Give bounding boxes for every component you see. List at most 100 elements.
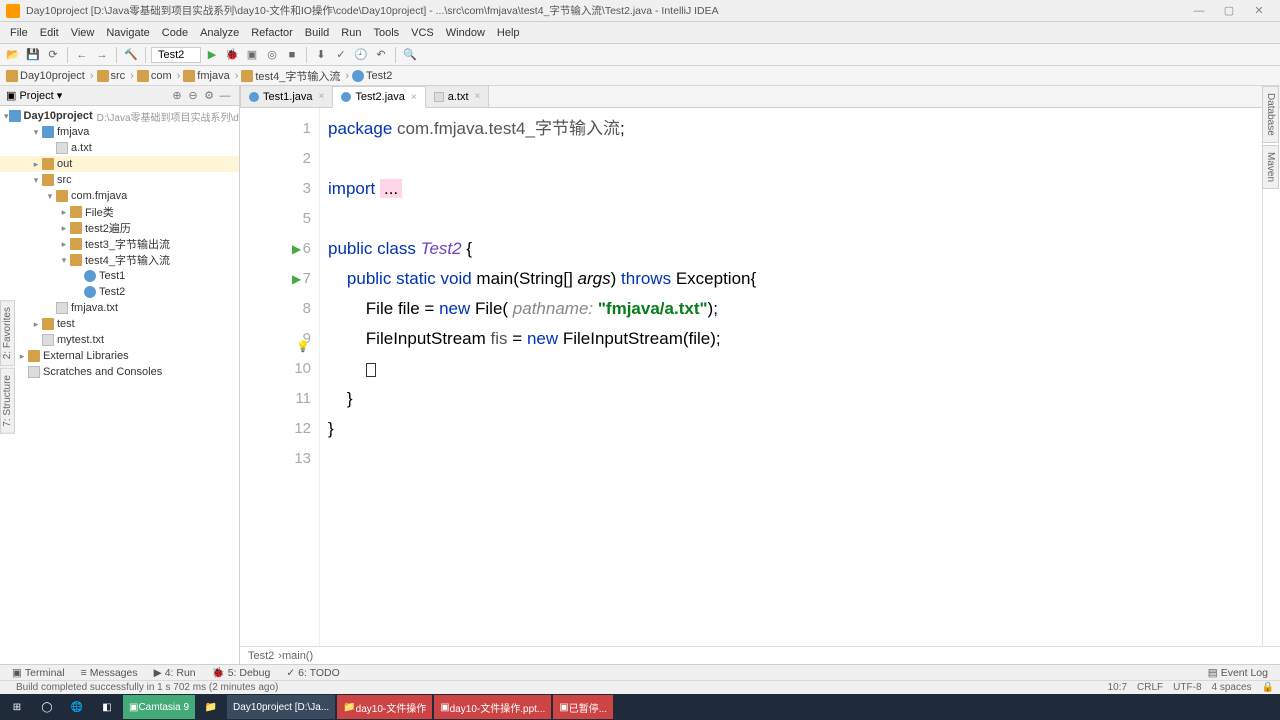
crumb-com[interactable]: com xyxy=(151,70,172,82)
tree-item[interactable]: Scratches and Consoles xyxy=(0,364,239,380)
project-panel: ▣ Project ▾ ⊕ ⊖ ⚙ — ▾ Day10projectD:\Jav… xyxy=(0,86,240,664)
forward-icon[interactable]: → xyxy=(93,46,111,64)
crumb-fmjava[interactable]: fmjava xyxy=(197,70,229,82)
taskbar-folder[interactable]: 📁 day10-文件操作 xyxy=(337,695,432,719)
crumb-src[interactable]: src xyxy=(111,70,126,82)
tree-item[interactable]: ▸External Libraries xyxy=(0,348,239,364)
menu-run[interactable]: Run xyxy=(335,25,367,41)
tree-root[interactable]: ▾ Day10projectD:\Java零基础到项目实战系列\day10-..… xyxy=(0,108,239,124)
tree-item[interactable]: fmjava.txt xyxy=(0,300,239,316)
tree-item[interactable]: ▸test2遍历 xyxy=(0,220,239,236)
tab-test2[interactable]: Test2.java× xyxy=(332,86,425,108)
structure-tool-tab[interactable]: 7: Structure xyxy=(0,368,15,434)
project-tree[interactable]: ▾ Day10projectD:\Java零基础到项目实战系列\day10-..… xyxy=(0,106,239,664)
crumb-pkg[interactable]: test4_字节输入流 xyxy=(255,68,340,84)
run-gutter-icon[interactable]: ▶ xyxy=(292,234,301,264)
expand-all-icon[interactable]: ⊕ xyxy=(169,89,185,102)
vcs-commit-icon[interactable]: ✓ xyxy=(332,46,350,64)
coverage-button[interactable]: ▣ xyxy=(243,46,261,64)
tree-item[interactable]: Test1 xyxy=(0,268,239,284)
favorites-tool-tab[interactable]: 2: Favorites xyxy=(0,300,15,366)
line-separator[interactable]: CRLF xyxy=(1137,682,1163,693)
vcs-history-icon[interactable]: 🕘 xyxy=(352,46,370,64)
app-icon xyxy=(6,4,20,18)
collapse-all-icon[interactable]: ⊖ xyxy=(185,89,201,102)
browser-icon[interactable]: 🌐 xyxy=(62,695,92,719)
tree-item[interactable]: ▾fmjava xyxy=(0,124,239,140)
hide-icon[interactable]: — xyxy=(217,90,233,102)
tree-item[interactable]: ▾com.fmjava xyxy=(0,188,239,204)
menu-window[interactable]: Window xyxy=(440,25,491,41)
run-button[interactable]: ▶ xyxy=(203,46,221,64)
taskbar-paused[interactable]: ▣ 已暂停... xyxy=(553,695,613,719)
open-icon[interactable]: 📂 xyxy=(4,46,22,64)
tab-test1[interactable]: Test1.java× xyxy=(240,85,333,107)
gutter[interactable]: 1 2 3 5 ▶6 ▶7 8 💡9 10 11 12 13 xyxy=(240,108,320,646)
sync-icon[interactable]: ⟳ xyxy=(44,46,62,64)
tree-item[interactable]: ▸File类 xyxy=(0,204,239,220)
indent-setting[interactable]: 4 spaces xyxy=(1212,682,1252,693)
menu-build[interactable]: Build xyxy=(299,25,335,41)
windows-taskbar: ⊞ ◯ 🌐 ◧ ▣ Camtasia 9 📁 Day10project [D:\… xyxy=(0,694,1280,720)
menu-refactor[interactable]: Refactor xyxy=(245,25,299,41)
maximize-button[interactable]: ▢ xyxy=(1214,4,1244,17)
start-button[interactable]: ⊞ xyxy=(2,695,32,719)
menu-code[interactable]: Code xyxy=(156,25,194,41)
vcs-revert-icon[interactable]: ↶ xyxy=(372,46,390,64)
tree-item[interactable]: ▸test3_字节输出流 xyxy=(0,236,239,252)
build-icon[interactable]: 🔨 xyxy=(122,46,140,64)
taskbar-intellij[interactable]: Day10project [D:\Ja... xyxy=(227,695,335,719)
maven-tool-tab[interactable]: Maven xyxy=(1262,145,1279,189)
messages-tab[interactable]: ≡ Messages xyxy=(73,667,146,679)
vcs-update-icon[interactable]: ⬇ xyxy=(312,46,330,64)
menu-help[interactable]: Help xyxy=(491,25,526,41)
app-icon[interactable]: ◧ xyxy=(92,695,122,719)
menu-view[interactable]: View xyxy=(65,25,101,41)
menu-file[interactable]: File xyxy=(4,25,34,41)
tree-item[interactable]: ▸out xyxy=(0,156,239,172)
crumb-project[interactable]: Day10project xyxy=(20,70,85,82)
tree-item[interactable]: Test2 xyxy=(0,284,239,300)
tree-item[interactable]: ▾test4_字节输入流 xyxy=(0,252,239,268)
git-branch[interactable]: 🔒 xyxy=(1262,682,1274,693)
tab-atxt[interactable]: a.txt× xyxy=(425,85,490,107)
todo-tab[interactable]: ✓ 6: TODO xyxy=(278,667,347,679)
tree-item[interactable]: mytest.txt xyxy=(0,332,239,348)
caret-position[interactable]: 10:7 xyxy=(1108,682,1127,693)
settings-icon[interactable]: ⚙ xyxy=(201,89,217,102)
run-config-selector[interactable]: Test2 xyxy=(151,47,201,63)
tree-item[interactable]: ▾src xyxy=(0,172,239,188)
menu-analyze[interactable]: Analyze xyxy=(194,25,245,41)
back-icon[interactable]: ← xyxy=(73,46,91,64)
profile-button[interactable]: ◎ xyxy=(263,46,281,64)
close-button[interactable]: ✕ xyxy=(1244,4,1274,17)
editor-breadcrumb[interactable]: Test2 › main() xyxy=(240,646,1280,664)
code-content[interactable]: package com.fmjava.test4_字节输入流; import .… xyxy=(320,108,1280,646)
tree-item[interactable]: a.txt xyxy=(0,140,239,156)
terminal-tab[interactable]: ▣ Terminal xyxy=(4,667,73,679)
explorer-icon[interactable]: 📁 xyxy=(196,695,226,719)
taskbar-ppt[interactable]: ▣ day10-文件操作.ppt... xyxy=(434,695,551,719)
debug-button[interactable]: 🐞 xyxy=(223,46,241,64)
debug-tab[interactable]: 🐞 5: Debug xyxy=(204,666,279,679)
taskbar-camtasia[interactable]: ▣ Camtasia 9 xyxy=(123,695,195,719)
database-tool-tab[interactable]: Database xyxy=(1262,86,1279,143)
code-editor[interactable]: 1 2 3 5 ▶6 ▶7 8 💡9 10 11 12 13 package c… xyxy=(240,108,1280,646)
menu-vcs[interactable]: VCS xyxy=(405,25,440,41)
run-gutter-icon[interactable]: ▶ xyxy=(292,264,301,294)
cortana-icon[interactable]: ◯ xyxy=(32,695,62,719)
minimize-button[interactable]: — xyxy=(1184,5,1214,17)
folder-icon xyxy=(6,70,18,82)
search-everywhere-icon[interactable]: 🔍 xyxy=(401,46,419,64)
menu-navigate[interactable]: Navigate xyxy=(100,25,155,41)
project-view-selector[interactable]: ▣ Project ▾ xyxy=(6,89,62,102)
event-log-tab[interactable]: ▤ Event Log xyxy=(1200,667,1276,679)
menu-tools[interactable]: Tools xyxy=(367,25,405,41)
tree-item[interactable]: ▸test xyxy=(0,316,239,332)
run-tab[interactable]: ▶ 4: Run xyxy=(146,667,204,679)
crumb-class[interactable]: Test2 xyxy=(366,70,392,82)
file-encoding[interactable]: UTF-8 xyxy=(1173,682,1201,693)
menu-edit[interactable]: Edit xyxy=(34,25,65,41)
stop-button[interactable]: ■ xyxy=(283,46,301,64)
save-icon[interactable]: 💾 xyxy=(24,46,42,64)
